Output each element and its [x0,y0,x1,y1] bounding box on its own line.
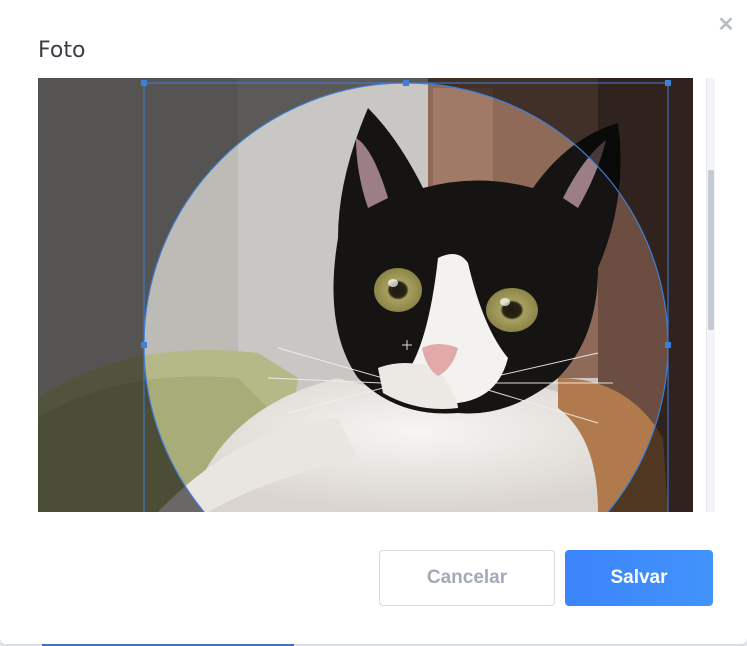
crop-handle-middle-right[interactable] [665,342,671,348]
image-cropper[interactable] [38,78,693,512]
photo-crop-dialog: ✕ Foto Cancelar Salvar [0,0,747,644]
scrollbar-thumb[interactable] [708,170,714,330]
crop-handle-top-right[interactable] [665,80,671,86]
crop-handle-top-center[interactable] [403,80,409,86]
vertical-scrollbar[interactable] [706,78,715,512]
crop-handle-middle-left[interactable] [141,342,147,348]
close-icon[interactable]: ✕ [716,14,736,36]
cancel-button[interactable]: Cancelar [379,550,555,606]
save-button[interactable]: Salvar [565,550,713,606]
dialog-title: Foto [38,38,86,63]
crop-handle-top-left[interactable] [141,80,147,86]
